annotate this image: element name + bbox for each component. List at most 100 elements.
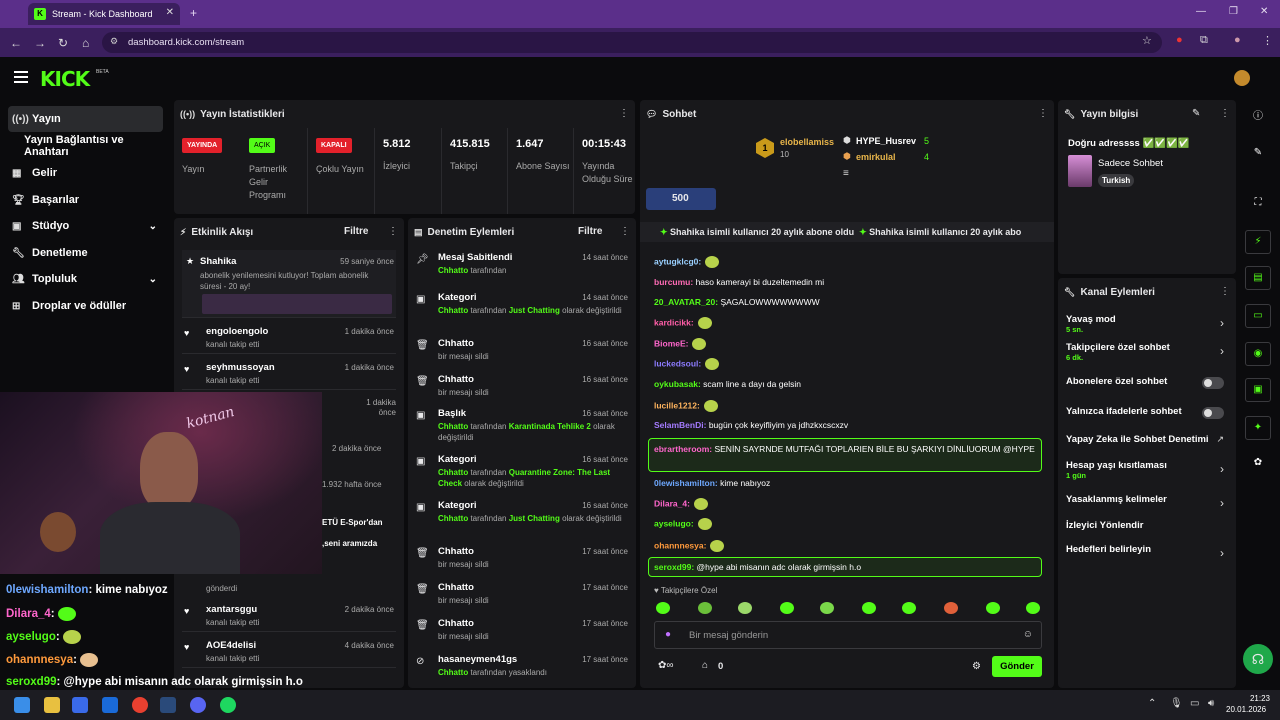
toggle-switch[interactable] (1202, 407, 1224, 419)
profile-icon[interactable]: ● (1234, 34, 1241, 46)
fullscreen-icon[interactable]: ⛶ (1245, 192, 1271, 216)
reload-icon[interactable]: ↻ (58, 36, 68, 50)
chat-message[interactable]: kardicikk: (654, 317, 712, 329)
more-options-icon[interactable]: ⋮ (1220, 286, 1230, 297)
chat-username[interactable]: Dilara_4: (654, 498, 690, 508)
chat-username[interactable]: ayselugo: (654, 518, 694, 528)
chat-username[interactable]: ohannnesya: (654, 540, 706, 550)
sidebar-item-community[interactable]: 👥︎ Topluluk ⌄ (8, 266, 163, 292)
chat-message[interactable]: ohannnesya: (654, 540, 725, 552)
user-card-icon[interactable]: ▣ (1245, 378, 1271, 402)
store-icon[interactable]: ⌂ (702, 660, 708, 671)
site-info-icon[interactable]: ⚙ (110, 36, 118, 47)
more-options-icon[interactable]: ⋮ (620, 226, 630, 237)
category-name[interactable]: Sadece Sohbet (1098, 158, 1163, 169)
chat-username[interactable]: luckedsoul: (654, 358, 701, 368)
chat-message[interactable]: oykubasak: scam line a dayı da gelsin (654, 379, 801, 389)
sidebar-item-stream[interactable]: ((•)) Yayın (8, 106, 163, 132)
more-options-icon[interactable]: ⋮ (619, 108, 629, 119)
support-headset-icon[interactable]: ☊ (1243, 644, 1273, 674)
chevron-right-icon[interactable]: › (1220, 462, 1224, 476)
chevron-right-icon[interactable]: › (1220, 496, 1224, 510)
mail-icon[interactable] (72, 697, 88, 713)
chat-username[interactable]: burcumu: (654, 277, 693, 287)
mic-icon[interactable]: ● (665, 629, 671, 640)
send-button[interactable]: Gönder (992, 656, 1042, 677)
back-icon[interactable]: ← (10, 36, 22, 50)
expand-icon[interactable]: ≡ (843, 168, 849, 179)
chat-message[interactable]: luckedsoul: (654, 358, 720, 370)
new-tab-button[interactable]: + (190, 6, 197, 20)
steam-icon[interactable] (160, 697, 176, 713)
outlook-icon[interactable] (102, 697, 118, 713)
sidebar-item-moderation[interactable]: 🔧︎ Denetleme (8, 240, 163, 266)
chat-username[interactable]: ebrartheroom: (654, 444, 712, 454)
channel-action-item[interactable]: Hedefleri belirleyin (1066, 544, 1151, 555)
chevron-right-icon[interactable]: › (1220, 344, 1224, 358)
chat-message[interactable]: ayselugo: (654, 518, 712, 530)
windows-start-icon[interactable] (14, 697, 30, 713)
menu-icon[interactable]: ⋮ (1262, 34, 1273, 47)
channel-action-item[interactable]: Hesap yaşı kısıtlaması 1 gün (1066, 460, 1167, 480)
channel-action-item[interactable]: Yavaş mod 5 sn. (1066, 314, 1116, 334)
user-avatar[interactable] (1234, 70, 1250, 86)
close-window-icon[interactable]: ✕ (1260, 6, 1268, 17)
channel-action-item[interactable]: Yapay Zeka ile Sohbet Denetimi (1066, 434, 1209, 445)
settings-gear-icon[interactable]: ⚙ (972, 661, 981, 672)
chrome-icon[interactable] (132, 697, 148, 713)
chat-username[interactable]: 20_AVATAR_20: (654, 297, 718, 307)
chat-message[interactable]: seroxd99: @hype abi misanın adc olarak g… (654, 562, 861, 572)
sidebar-item-achievements[interactable]: 🏆︎ Başarılar (8, 187, 163, 213)
info-icon[interactable]: ⓘ (1245, 106, 1271, 130)
display-icon[interactable]: ▭ (1190, 698, 1199, 709)
channel-action-item[interactable]: Yasaklanmış kelimeler (1066, 494, 1167, 505)
bookmark-star-icon[interactable]: ☆ (1142, 34, 1152, 47)
chat-message[interactable]: ebrartheroom: SENİN SAYRNDE MUTFAĞI TOPL… (654, 443, 1042, 456)
chat-username[interactable]: BiomeE: (654, 338, 688, 348)
edit-pencil-icon[interactable]: ✎ (1192, 108, 1200, 119)
chat-username[interactable]: aytugklcg0: (654, 256, 701, 266)
chat-username[interactable]: SelamBenDi: (654, 420, 706, 430)
chat-message[interactable]: 0lewishamilton: kime nabıyoz (654, 478, 770, 488)
kick-logo[interactable]: KICK (40, 67, 90, 91)
chat-icon[interactable]: ▭ (1245, 304, 1271, 328)
chat-username[interactable]: seroxd99: (654, 562, 694, 572)
chat-input[interactable]: ● Bir mesaj gönderin ☺ (654, 621, 1042, 649)
close-tab-icon[interactable]: ✕ (166, 7, 174, 18)
maximize-icon[interactable]: ❐ (1229, 6, 1238, 17)
channel-action-item[interactable]: Takipçilere özel sohbet 6 dk. (1066, 342, 1170, 362)
chat-username[interactable]: kardicikk: (654, 317, 694, 327)
file-explorer-icon[interactable] (44, 697, 60, 713)
home-icon[interactable]: ⌂ (82, 36, 89, 50)
mic-icon[interactable]: 🎙︎ (1170, 698, 1183, 709)
chat-message[interactable]: Dilara_4: (654, 498, 708, 510)
emote-bar[interactable] (654, 602, 1044, 616)
edit-pencil-icon[interactable]: ✎ (1245, 142, 1271, 166)
tray-chevron-icon[interactable]: ⌃ (1148, 698, 1156, 709)
sidebar-item-drops[interactable]: ⊞ Droplar ve ödüller (8, 293, 163, 319)
more-options-icon[interactable]: ⋮ (1038, 108, 1048, 119)
url-field[interactable]: ⚙ dashboard.kick.com/stream (102, 32, 1162, 53)
external-link-icon[interactable]: ↗ (1216, 434, 1224, 445)
extensions-puzzle-icon[interactable]: ⧉ (1200, 34, 1208, 47)
filter-button[interactable]: Filtre (344, 226, 368, 237)
sidebar-item-revenue[interactable]: ▦ Gelir (8, 160, 163, 186)
chat-username[interactable]: oykubasak: (654, 379, 701, 389)
hamburger-menu-icon[interactable] (14, 71, 28, 83)
chat-message[interactable]: aytugklcg0: (654, 256, 720, 268)
sidebar-item-stream-key[interactable]: Yayın Bağlantısı ve Anahtarı (8, 133, 163, 159)
chat-username[interactable]: 0lewishamilton: (654, 478, 718, 488)
chevron-right-icon[interactable]: › (1220, 316, 1224, 330)
chat-message[interactable]: BiomeE: (654, 338, 707, 350)
document-icon[interactable]: ▤ (1245, 266, 1271, 290)
browser-tab[interactable]: K Stream - Kick Dashboard ✕ (28, 3, 180, 25)
minimize-icon[interactable]: — (1196, 6, 1206, 17)
sidebar-item-studio[interactable]: ▣ Stüdyo ⌄ (8, 213, 163, 239)
more-options-icon[interactable]: ⋮ (388, 226, 398, 237)
filter-button[interactable]: Filtre (578, 226, 602, 237)
volume-icon[interactable]: 🔊︎ (1208, 698, 1214, 709)
chevron-right-icon[interactable]: › (1220, 546, 1224, 560)
channel-action-item[interactable]: İzleyici Yönlendir (1066, 520, 1143, 531)
community-icon[interactable]: ✿ (1245, 452, 1271, 476)
discord-icon[interactable] (190, 697, 206, 713)
